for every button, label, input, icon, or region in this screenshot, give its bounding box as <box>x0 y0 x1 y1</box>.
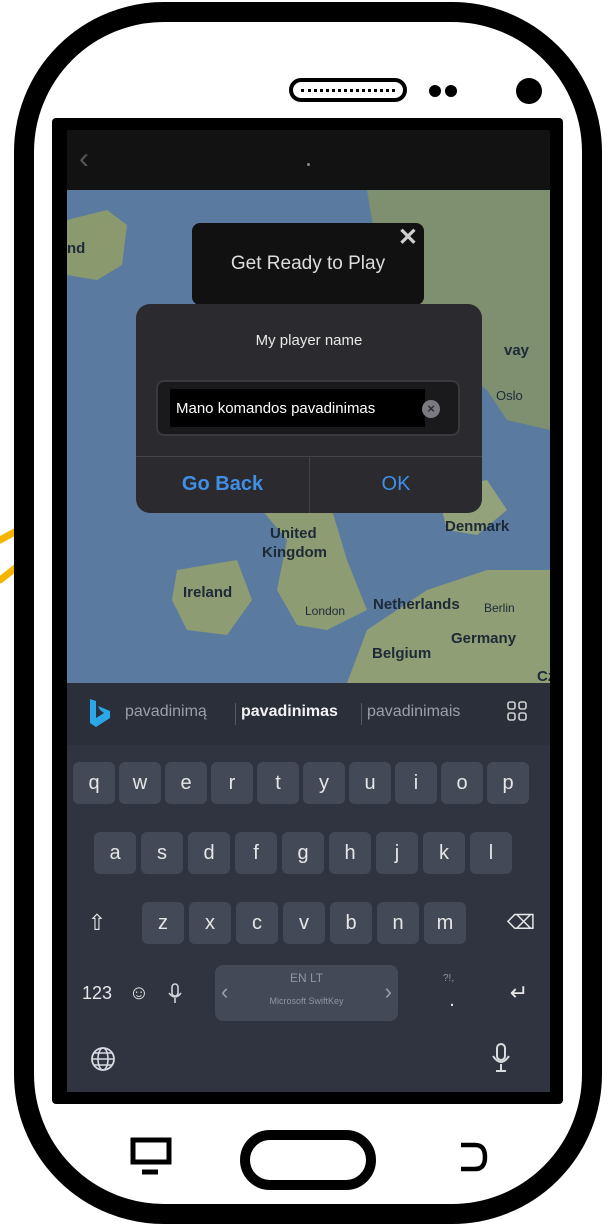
key-p[interactable]: p <box>487 762 529 804</box>
space-bar[interactable]: ‹ EN LT Microsoft SwiftKey › <box>215 965 398 1021</box>
key-c[interactable]: c <box>236 902 278 944</box>
map-label: London <box>305 604 346 618</box>
key-n[interactable]: n <box>377 902 419 944</box>
go-back-button[interactable]: Go Back <box>136 456 309 513</box>
sensor-dot <box>429 85 441 97</box>
suggestion-bar: pavadinimą pavadinimas pavadinimais <box>67 683 550 745</box>
clear-icon[interactable]: × <box>422 400 440 418</box>
keyboard: pavadinimą pavadinimas pavadinimais qwer… <box>67 683 550 1092</box>
key-h[interactable]: h <box>329 832 371 874</box>
popup-title: Get Ready to Play <box>230 253 386 274</box>
key-k[interactable]: k <box>423 832 465 874</box>
player-name-field-container: × <box>156 380 460 436</box>
home-button[interactable] <box>240 1130 376 1190</box>
map-label: Netherlands <box>373 596 460 613</box>
backspace-icon[interactable]: ⌫ <box>499 902 543 944</box>
map-label: Belgium <box>372 645 432 662</box>
map-label: Berlin <box>484 601 515 615</box>
emoji-icon[interactable]: ☺ <box>125 972 153 1014</box>
dictation-mic-icon[interactable] <box>491 1043 511 1073</box>
chevron-left-icon[interactable]: ‹ <box>79 144 89 174</box>
recent-apps-icon[interactable] <box>130 1137 172 1179</box>
key-f[interactable]: f <box>235 832 277 874</box>
map-label: nd <box>67 240 86 257</box>
speaker-grille <box>289 78 407 102</box>
map-label: United <box>270 525 317 542</box>
dialog-title: My player name <box>255 332 363 349</box>
space-language: EN LT <box>289 971 324 985</box>
key-y[interactable]: y <box>303 762 345 804</box>
suggestion-item[interactable]: pavadinimas <box>241 703 338 721</box>
ok-button[interactable]: OK <box>310 456 482 513</box>
map-label: Ireland <box>183 584 233 601</box>
sensor-dot <box>445 85 457 97</box>
suggestion-item[interactable]: pavadinimais <box>367 703 460 721</box>
key-l[interactable]: l <box>470 832 512 874</box>
player-name-dialog: My player name × Go Back OK <box>136 304 482 513</box>
shift-icon[interactable]: ⇧ <box>77 902 117 944</box>
key-u[interactable]: u <box>349 762 391 804</box>
apps-grid-icon[interactable] <box>507 701 527 721</box>
get-ready-popup: Get Ready to Play ✕ <box>192 223 424 305</box>
player-name-input[interactable] <box>170 389 425 427</box>
key-m[interactable]: m <box>424 902 466 944</box>
numbers-key[interactable]: 123 <box>73 972 121 1014</box>
key-d[interactable]: d <box>188 832 230 874</box>
front-camera <box>516 78 542 104</box>
key-j[interactable]: j <box>376 832 418 874</box>
key-i[interactable]: i <box>395 762 437 804</box>
key-z[interactable]: z <box>142 902 184 944</box>
map-label: Kingdom <box>262 544 327 561</box>
key-g[interactable]: g <box>282 832 324 874</box>
mic-icon[interactable] <box>168 983 182 1005</box>
period-key[interactable]: . <box>437 979 467 1021</box>
globe-icon[interactable] <box>90 1046 116 1072</box>
map-label: Oslo <box>496 388 523 403</box>
key-q[interactable]: q <box>73 762 115 804</box>
map-label: Denmark <box>445 518 510 535</box>
enter-icon[interactable]: ↵ <box>497 972 541 1014</box>
phone-screen: ‹ nd vay Oslo Denmark United Kingdom Ire… <box>52 118 563 1104</box>
space-brand: Microsoft SwiftKey <box>269 996 344 1006</box>
key-w[interactable]: w <box>119 762 161 804</box>
key-a[interactable]: a <box>94 832 136 874</box>
map-label: vay <box>504 342 530 359</box>
cursor-right-icon[interactable]: › <box>385 979 392 1005</box>
key-x[interactable]: x <box>189 902 231 944</box>
key-o[interactable]: o <box>441 762 483 804</box>
key-b[interactable]: b <box>330 902 372 944</box>
back-icon[interactable] <box>455 1141 489 1175</box>
suggestion-item[interactable]: pavadinimą <box>125 703 207 721</box>
close-icon[interactable]: ✕ <box>398 223 418 252</box>
top-bar: ‹ <box>67 130 550 190</box>
key-e[interactable]: e <box>165 762 207 804</box>
map-label: Germany <box>451 630 517 647</box>
bing-icon[interactable] <box>87 698 113 728</box>
key-t[interactable]: t <box>257 762 299 804</box>
key-v[interactable]: v <box>283 902 325 944</box>
key-r[interactable]: r <box>211 762 253 804</box>
key-s[interactable]: s <box>141 832 183 874</box>
